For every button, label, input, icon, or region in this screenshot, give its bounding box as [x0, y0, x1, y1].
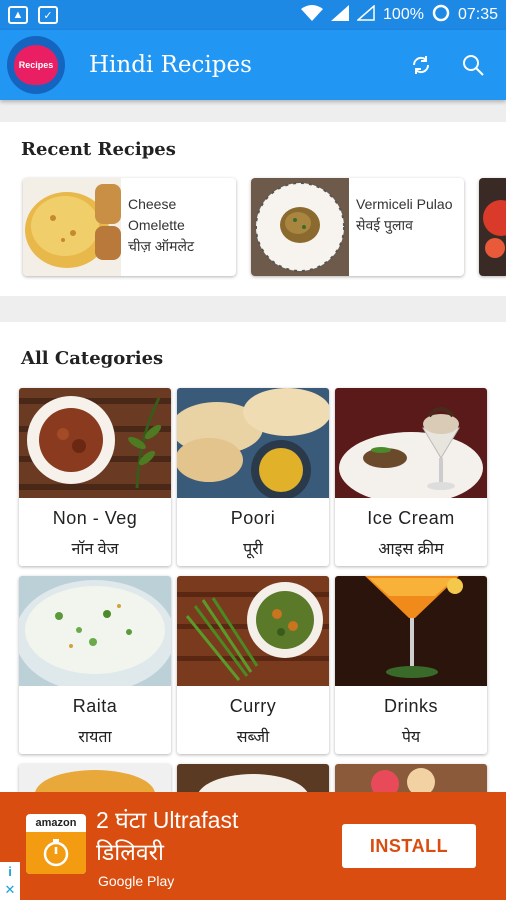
app-logo-text: Recipes	[14, 45, 58, 85]
category-name: Ice Cream	[367, 508, 455, 528]
ad-banner[interactable]: amazon 2 घंटा Ultrafast डिलिवरी Google P…	[0, 792, 506, 900]
signal-icon	[331, 4, 350, 26]
category-hindi: रायता	[78, 729, 112, 746]
recent-recipe-hindi: चीज़ ऑमलेट	[128, 238, 195, 254]
category-card-non-veg[interactable]: Non - Veg नॉन वेज	[19, 388, 171, 566]
ad-headline-line2: डिलिवरी	[96, 839, 164, 865]
install-button[interactable]: INSTALL	[342, 824, 476, 868]
category-hindi: सब्जी	[236, 729, 270, 746]
ad-close-icon[interactable]: ✕	[5, 882, 16, 898]
category-name: Drinks	[383, 696, 438, 716]
all-categories-title: All Categories	[21, 348, 164, 369]
category-card-curry[interactable]: Curry सब्जी	[177, 576, 329, 754]
curry-image	[177, 576, 329, 686]
battery-icon	[432, 4, 450, 27]
recent-recipes-title: Recent Recipes	[21, 139, 176, 160]
refresh-icon[interactable]	[408, 52, 434, 78]
category-hindi: पेय	[401, 729, 421, 746]
recent-recipe-card-partial[interactable]	[479, 178, 506, 276]
category-name: Non - Veg	[52, 508, 138, 528]
battery-level: 100%	[383, 6, 424, 23]
category-card-raita[interactable]: Raita रायता	[19, 576, 171, 754]
amazon-brand-label: amazon	[35, 817, 77, 829]
recent-recipe-card[interactable]: Vermiceli Pulao सेवई पुलाव	[251, 178, 464, 276]
category-hindi: आइस क्रीम	[378, 541, 444, 558]
recent-recipes-section: Recent Recipes Cheese Omelette चीज़ ऑमले…	[0, 122, 506, 296]
stopwatch-icon	[26, 832, 86, 874]
category-name: Curry	[229, 696, 277, 716]
cheese-omelette-image	[23, 178, 121, 276]
recent-recipe-name: Cheese Omelette	[128, 196, 185, 233]
category-grid: Non - Veg नॉन वेज Poori पूरी Ice Cream आ…	[19, 388, 487, 792]
clock: 07:35	[457, 6, 498, 23]
ad-headline-line1: 2 घंटा Ultrafast	[96, 807, 239, 833]
all-categories-section: All Categories Non - Veg नॉन वेज Poori प…	[0, 322, 506, 792]
recent-recipe-card[interactable]: Cheese Omelette चीज़ ऑमलेट	[23, 178, 236, 276]
amazon-app-icon: amazon	[26, 814, 86, 874]
app-title: Hindi Recipes	[89, 52, 252, 78]
recent-recipe-hindi: सेवई पुलाव	[356, 217, 413, 233]
wifi-icon	[301, 4, 324, 26]
category-card-poori[interactable]: Poori पूरी	[177, 388, 329, 566]
recent-recipes-list: Cheese Omelette चीज़ ऑमलेट Vermiceli Pul…	[23, 178, 506, 276]
category-card-ice-cream[interactable]: Ice Cream आइस क्रीम	[335, 388, 487, 566]
status-bar: ▲ ✓ 100% 07:35	[0, 0, 506, 30]
ad-headline: 2 घंटा Ultrafast डिलिवरी	[96, 804, 238, 868]
app-bar: Recipes Hindi Recipes	[0, 30, 506, 100]
google-play-label: Google Play	[98, 873, 175, 889]
signal-empty-icon	[356, 3, 375, 26]
category-name: Raita	[72, 696, 118, 716]
category-name: Poori	[230, 508, 276, 528]
ice-cream-image	[335, 388, 487, 504]
drinks-image	[335, 576, 487, 686]
category-card-partial-3[interactable]	[335, 764, 487, 792]
app-logo: Recipes	[7, 36, 65, 94]
category-hindi: पूरी	[243, 541, 263, 558]
raita-image	[19, 576, 171, 692]
vermiceli-pulao-image	[251, 178, 349, 276]
category-hindi: नॉन वेज	[71, 541, 119, 558]
ad-info-icon[interactable]: i	[8, 864, 12, 879]
search-icon[interactable]	[460, 52, 486, 78]
non-veg-image	[19, 388, 171, 498]
poori-image	[177, 388, 329, 500]
recent-recipe-name: Vermiceli Pulao	[356, 196, 453, 212]
adchoices-icon[interactable]: i ✕	[0, 862, 20, 900]
category-card-drinks[interactable]: Drinks पेय	[335, 576, 487, 754]
check-notification-icon: ✓	[38, 6, 58, 24]
category-card-partial-2[interactable]	[177, 764, 329, 792]
gallery-notification-icon: ▲	[8, 6, 28, 24]
category-card-partial-1[interactable]	[19, 764, 171, 792]
